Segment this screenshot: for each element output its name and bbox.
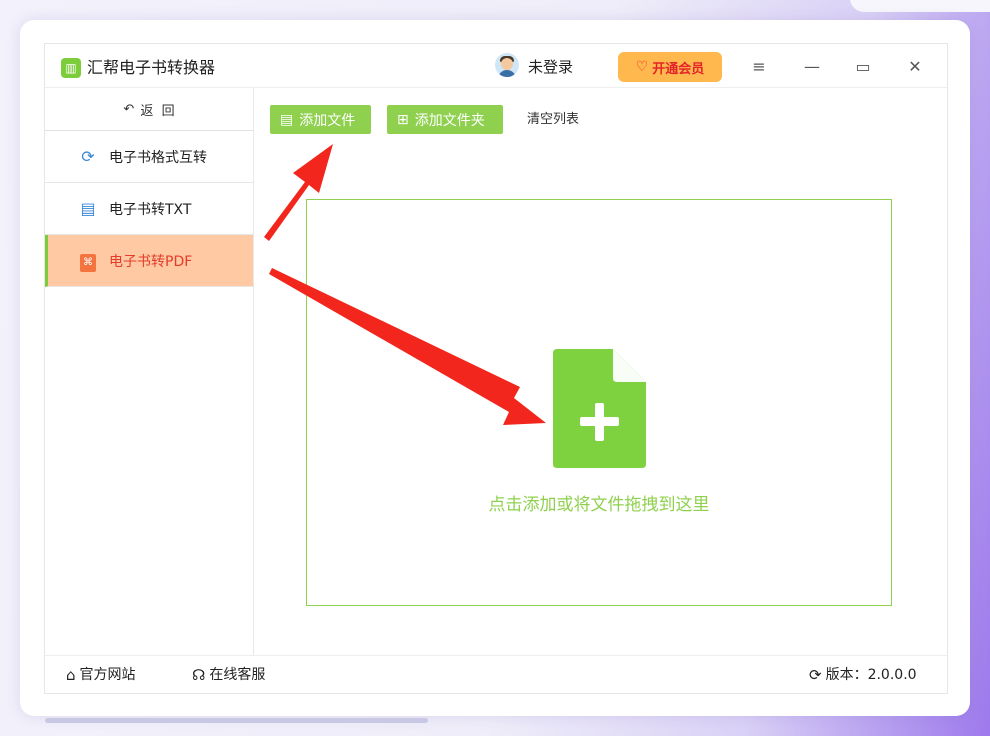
pdf-icon: ⌘: [77, 250, 99, 272]
sidebar-item-label: 电子书格式互转: [109, 149, 207, 166]
headset-icon: ☊: [192, 666, 206, 684]
official-website-label: 官方网站: [79, 667, 136, 683]
back-arrow-icon: ↶: [123, 101, 135, 117]
refresh-icon: ⟳: [81, 147, 95, 166]
dropzone-hint: 点击添加或将文件拖拽到这里: [488, 495, 710, 515]
document-icon: ▤: [80, 199, 96, 218]
vip-button[interactable]: ♡ 开通会员: [618, 52, 722, 82]
add-file-icon[interactable]: [553, 349, 646, 468]
clear-list-button[interactable]: 清空列表: [527, 111, 579, 129]
sidebar-item-to-txt[interactable]: ▤ 电子书转TXT: [45, 183, 253, 235]
back-label: 返 回: [140, 103, 175, 119]
app-logo-icon: ▥: [61, 58, 81, 78]
version-info[interactable]: ⟳ 版本：2.0.0.0: [809, 665, 917, 685]
app-title: 汇帮电子书转换器: [87, 58, 216, 77]
online-support-label: 在线客服: [209, 667, 266, 683]
background-panel: [850, 0, 990, 12]
add-file-button[interactable]: ▤ 添加文件: [270, 105, 371, 134]
user-avatar[interactable]: [495, 53, 519, 77]
sidebar-item-format-convert[interactable]: ⟳ 电子书格式互转: [45, 131, 253, 183]
back-button[interactable]: ↶ 返 回: [45, 88, 253, 131]
sidebar-item-label: 电子书转PDF: [109, 253, 193, 270]
official-website-link[interactable]: ⌂ 官方网站: [66, 665, 136, 685]
online-support-link[interactable]: ☊ 在线客服: [192, 665, 265, 685]
menu-icon[interactable]: ≡: [748, 56, 770, 78]
file-icon: ▤: [280, 111, 294, 128]
add-folder-button[interactable]: ⊞ 添加文件夹: [387, 105, 503, 134]
version-label: 版本：2.0.0.0: [825, 667, 917, 683]
maximize-icon[interactable]: ▭: [852, 56, 874, 78]
diamond-icon: ♡: [635, 59, 649, 75]
refresh-icon: ⟳: [809, 666, 822, 684]
vip-button-label: 开通会员: [652, 61, 705, 77]
add-file-label: 添加文件: [299, 112, 356, 129]
sidebar: ↶ 返 回 ⟳ 电子书格式互转 ▤ 电子书转TXT ⌘ 电子书转PDF: [45, 88, 254, 655]
background-scroll-indicator: [45, 718, 428, 723]
folder-plus-icon: ⊞: [397, 111, 409, 128]
add-folder-label: 添加文件夹: [414, 112, 485, 129]
minimize-icon[interactable]: —: [801, 56, 823, 78]
home-icon: ⌂: [66, 666, 76, 684]
login-status[interactable]: 未登录: [528, 57, 573, 77]
sidebar-item-to-pdf[interactable]: ⌘ 电子书转PDF: [45, 235, 253, 287]
sidebar-item-label: 电子书转TXT: [109, 201, 192, 218]
close-icon[interactable]: ✕: [904, 56, 926, 78]
footer-divider: [45, 655, 947, 656]
